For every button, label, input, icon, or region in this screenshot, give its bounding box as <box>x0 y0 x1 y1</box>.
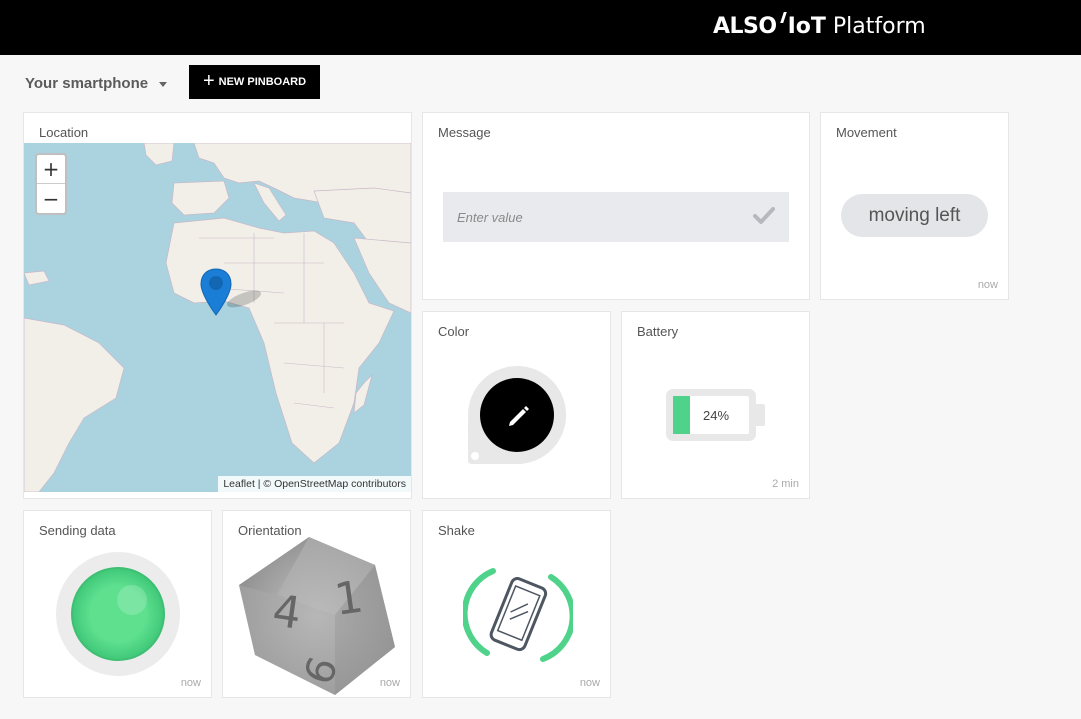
device-name: Your smartphone <box>25 74 149 92</box>
color-picker[interactable] <box>466 364 568 466</box>
location-marker-icon[interactable] <box>200 267 232 317</box>
map-tiles <box>24 143 411 492</box>
brand-iot: IoT <box>787 13 826 39</box>
check-icon[interactable] <box>753 206 775 226</box>
card-title: Movement <box>836 125 897 140</box>
orientation-card: Orientation 1 4 6 now <box>222 510 411 698</box>
plus-icon: + <box>202 70 215 92</box>
map-view[interactable]: + − Leaflet | © OpenStreetMap contributo… <box>24 143 411 492</box>
zoom-in-button[interactable]: + <box>37 155 65 184</box>
card-title: Location <box>39 125 89 140</box>
timestamp: now <box>180 677 201 689</box>
card-title: Shake <box>438 523 475 538</box>
zoom-control: + − <box>35 153 67 215</box>
timestamp: now <box>579 677 600 689</box>
map-attribution[interactable]: Leaflet | © OpenStreetMap contributors <box>218 476 411 492</box>
brand-tick-mark <box>779 11 787 23</box>
battery-level: 24% <box>703 408 730 423</box>
card-title: Color <box>438 324 470 339</box>
message-input[interactable] <box>443 209 743 225</box>
brand-platform: Platform <box>832 13 926 39</box>
movement-status-pill: moving left <box>841 194 988 237</box>
timestamp: 2 min <box>772 478 799 490</box>
timestamp: now <box>977 279 998 291</box>
top-bar: ALSO IoT Platform <box>0 0 1081 55</box>
card-title: Message <box>438 125 491 140</box>
brand-also: ALSO <box>713 13 777 39</box>
timestamp: now <box>379 677 400 689</box>
battery-card: Battery 24% 2 min <box>621 311 810 499</box>
shake-phone-icon <box>463 568 573 662</box>
sending-data-button[interactable] <box>55 551 181 677</box>
device-selector[interactable]: Your smartphone <box>25 72 168 94</box>
message-card: Message <box>422 112 810 300</box>
shake-card: Shake now <box>422 510 611 698</box>
card-title: Sending data <box>39 523 116 538</box>
location-card: Location + − Leaflet | © OpenStreetMap c… <box>23 112 412 499</box>
new-pinboard-label: NEW PINBOARD <box>218 76 307 88</box>
movement-card: Movement moving left now <box>820 112 1009 300</box>
card-title: Battery <box>637 324 679 339</box>
orientation-cube: 1 4 6 <box>239 537 395 695</box>
color-card: Color <box>422 311 611 499</box>
new-pinboard-button[interactable]: + NEW PINBOARD <box>189 65 320 99</box>
sending-data-card: Sending data now <box>23 510 212 698</box>
zoom-out-button[interactable]: − <box>37 184 65 213</box>
message-field <box>443 192 789 242</box>
brand-logo: ALSO IoT Platform <box>713 8 926 44</box>
caret-down-icon <box>159 81 168 87</box>
